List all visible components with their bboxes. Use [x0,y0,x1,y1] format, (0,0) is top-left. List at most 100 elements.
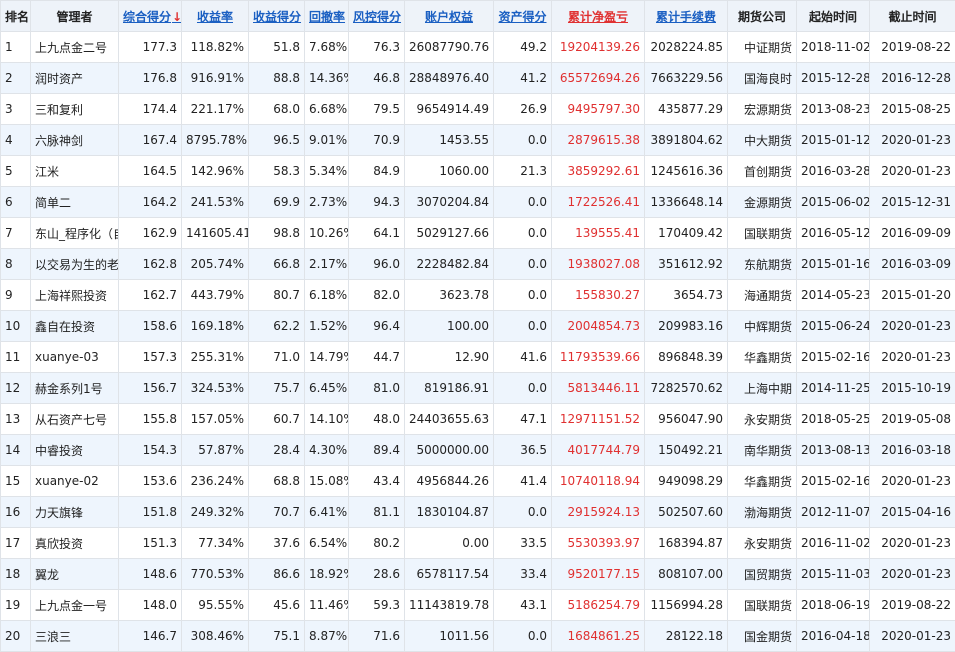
header-manager: 管理者 [31,1,119,32]
header-risk-score[interactable]: 风控得分 [349,1,405,32]
table-row[interactable]: 11xuanye-03157.3255.31%71.014.79%44.712.… [1,342,955,373]
cell-manager[interactable]: 鑫自在投资 [31,311,119,342]
cell-asset-score: 26.9 [494,94,552,125]
cell-manager[interactable]: 三浪三 [31,621,119,652]
cell-equity: 28848976.40 [405,63,494,94]
cell-manager[interactable]: 赫金系列1号 [31,373,119,404]
table-row[interactable]: 19上九点金一号148.095.55%45.611.46%59.31114381… [1,590,955,621]
cell-manager[interactable]: 中睿投资 [31,435,119,466]
cell-manager[interactable]: 上海祥熙投资 [31,280,119,311]
cell-start: 2014-11-25 [797,373,870,404]
table-row[interactable]: 17真欣投资151.377.34%37.66.54%80.20.0033.555… [1,528,955,559]
cell-fees: 170409.42 [645,218,728,249]
cell-fees: 3654.73 [645,280,728,311]
cell-broker: 中大期货 [728,125,797,156]
cell-drawdown: 6.18% [305,280,349,311]
header-equity[interactable]: 账户权益 [405,1,494,32]
cell-return-score: 68.8 [249,466,305,497]
cell-total-score: 146.7 [119,621,182,652]
header-net-pnl[interactable]: 累计净盈亏 [552,1,645,32]
cell-manager[interactable]: 六脉神剑 [31,125,119,156]
cell-asset-score: 0.0 [494,187,552,218]
cell-equity: 819186.91 [405,373,494,404]
ranking-table: 排名 管理者 综合得分↓ 收益率 收益得分 回撤率 风控得分 账户权益 资产得分… [0,0,955,652]
table-row[interactable]: 15xuanye-02153.6236.24%68.815.08%43.4495… [1,466,955,497]
cell-end: 2015-08-25 [870,94,955,125]
table-row[interactable]: 10鑫自在投资158.6169.18%62.21.52%96.4100.000.… [1,311,955,342]
table-row[interactable]: 1上九点金二号177.3118.82%51.87.68%76.326087790… [1,32,955,63]
cell-manager[interactable]: 江米 [31,156,119,187]
table-row[interactable]: 12赫金系列1号156.7324.53%75.76.45%81.0819186.… [1,373,955,404]
table-row[interactable]: 16力天旗锋151.8249.32%70.76.41%81.11830104.8… [1,497,955,528]
cell-manager[interactable]: 真欣投资 [31,528,119,559]
cell-manager[interactable]: xuanye-03 [31,342,119,373]
table-row[interactable]: 8以交易为生的老162.8205.74%66.82.17%96.02228482… [1,249,955,280]
cell-start: 2013-08-13 [797,435,870,466]
cell-broker: 国金期货 [728,621,797,652]
header-total-score[interactable]: 综合得分↓ [119,1,182,32]
cell-start: 2018-06-19 [797,590,870,621]
cell-total-score: 167.4 [119,125,182,156]
cell-rank: 10 [1,311,31,342]
cell-drawdown: 6.54% [305,528,349,559]
cell-manager[interactable]: 简单二 [31,187,119,218]
header-rank: 排名 [1,1,31,32]
cell-manager[interactable]: 上九点金二号 [31,32,119,63]
cell-manager[interactable]: 力天旗锋 [31,497,119,528]
cell-end: 2020-01-23 [870,466,955,497]
cell-return-rate: 169.18% [182,311,249,342]
table-row[interactable]: 5江米164.5142.96%58.35.34%84.91060.0021.33… [1,156,955,187]
table-row[interactable]: 2润时资产176.8916.91%88.814.36%46.828848976.… [1,63,955,94]
cell-broker: 上海中期 [728,373,797,404]
table-row[interactable]: 20三浪三146.7308.46%75.18.87%71.61011.560.0… [1,621,955,652]
table-row[interactable]: 13从石资产七号155.8157.05%60.714.10%48.0244036… [1,404,955,435]
cell-equity: 1060.00 [405,156,494,187]
table-row[interactable]: 6简单二164.2241.53%69.92.73%94.33070204.840… [1,187,955,218]
cell-manager[interactable]: 以交易为生的老 [31,249,119,280]
table-body: 1上九点金二号177.3118.82%51.87.68%76.326087790… [1,32,955,652]
table-row[interactable]: 3三和复利174.4221.17%68.06.68%79.59654914.49… [1,94,955,125]
table-row[interactable]: 9上海祥熙投资162.7443.79%80.76.18%82.03623.780… [1,280,955,311]
table-row[interactable]: 18翼龙148.6770.53%86.618.92%28.66578117.54… [1,559,955,590]
header-return-rate[interactable]: 收益率 [182,1,249,32]
cell-manager[interactable]: 东山_程序化（自 [31,218,119,249]
cell-rank: 7 [1,218,31,249]
cell-manager[interactable]: 从石资产七号 [31,404,119,435]
cell-net-pnl: 5186254.79 [552,590,645,621]
cell-broker: 国联期货 [728,590,797,621]
cell-fees: 1156994.28 [645,590,728,621]
cell-net-pnl: 1722526.41 [552,187,645,218]
cell-broker: 南华期货 [728,435,797,466]
cell-manager[interactable]: 润时资产 [31,63,119,94]
header-drawdown[interactable]: 回撤率 [305,1,349,32]
cell-return-score: 60.7 [249,404,305,435]
table-row[interactable]: 7东山_程序化（自162.9141605.41%98.810.26%64.150… [1,218,955,249]
cell-asset-score: 41.2 [494,63,552,94]
cell-manager[interactable]: 翼龙 [31,559,119,590]
cell-end: 2019-08-22 [870,590,955,621]
cell-risk-score: 59.3 [349,590,405,621]
header-return-score[interactable]: 收益得分 [249,1,305,32]
cell-manager[interactable]: xuanye-02 [31,466,119,497]
header-broker: 期货公司 [728,1,797,32]
cell-manager[interactable]: 上九点金一号 [31,590,119,621]
cell-equity: 3070204.84 [405,187,494,218]
cell-drawdown: 2.73% [305,187,349,218]
table-row[interactable]: 14中睿投资154.357.87%28.44.30%89.45000000.00… [1,435,955,466]
cell-asset-score: 33.5 [494,528,552,559]
cell-end: 2020-01-23 [870,621,955,652]
cell-total-score: 153.6 [119,466,182,497]
cell-start: 2015-01-12 [797,125,870,156]
cell-broker: 首创期货 [728,156,797,187]
cell-end: 2020-01-23 [870,156,955,187]
header-asset-score[interactable]: 资产得分 [494,1,552,32]
table-row[interactable]: 4六脉神剑167.48795.78%96.59.01%70.91453.550.… [1,125,955,156]
cell-drawdown: 8.87% [305,621,349,652]
cell-total-score: 162.8 [119,249,182,280]
header-total-score-label[interactable]: 综合得分 [123,10,171,24]
cell-net-pnl: 5530393.97 [552,528,645,559]
header-end: 截止时间 [870,1,955,32]
cell-manager[interactable]: 三和复利 [31,94,119,125]
cell-rank: 18 [1,559,31,590]
header-fees[interactable]: 累计手续费 [645,1,728,32]
